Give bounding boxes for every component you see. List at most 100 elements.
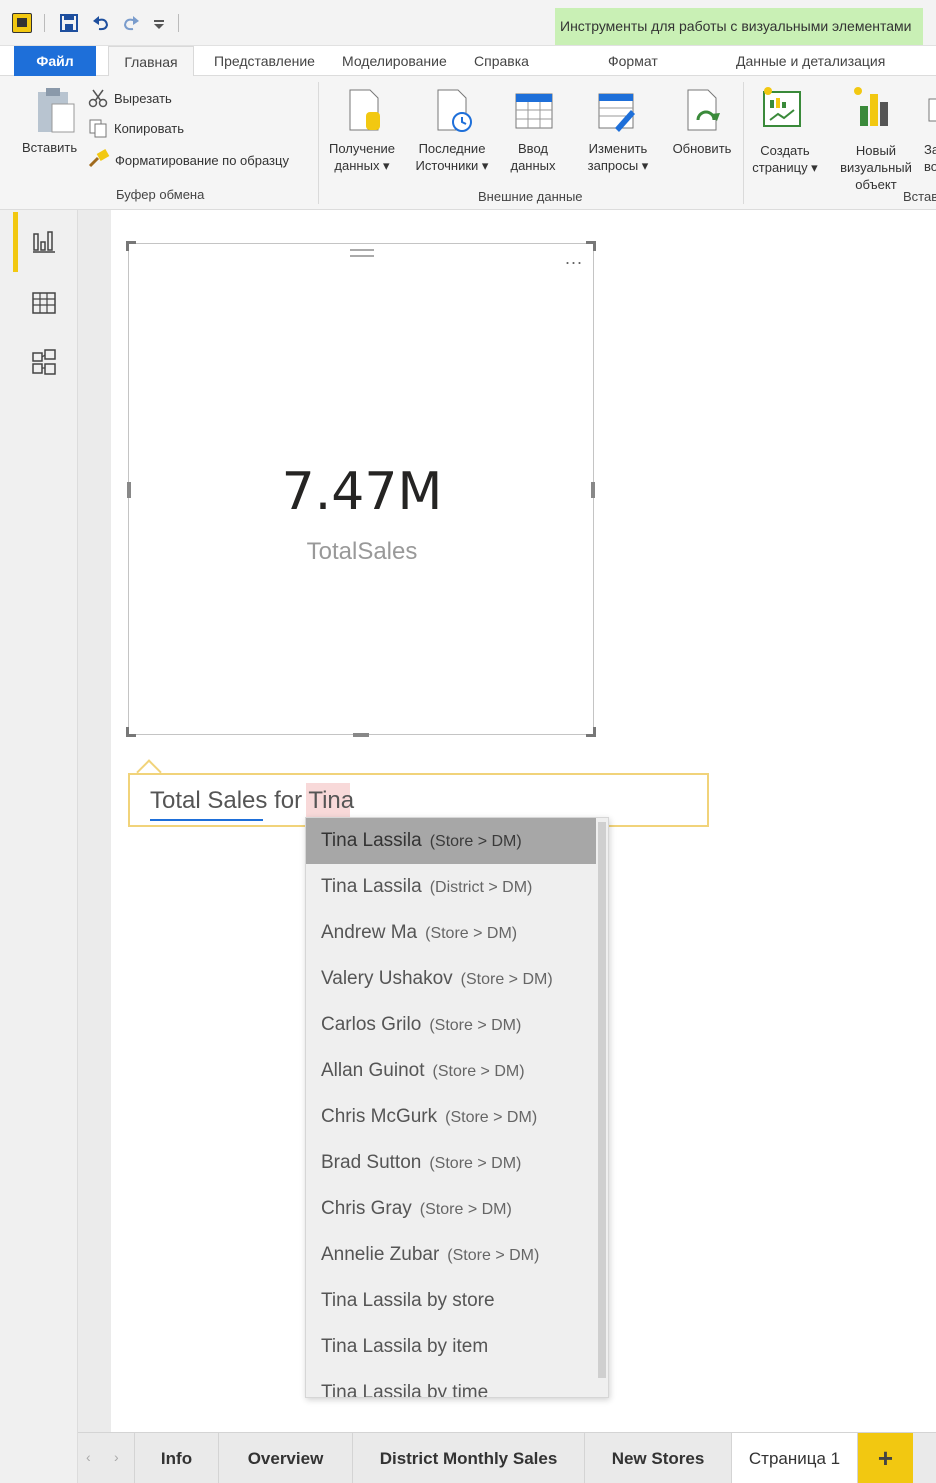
dropdown-scrollbar[interactable] (598, 822, 606, 1378)
prev-page-arrow-icon[interactable]: ‹ (86, 1449, 91, 1465)
new-page-button[interactable]: Создать страницу ▾ (744, 142, 826, 176)
page-tab-district-monthly-sales[interactable]: District Monthly Sales (353, 1433, 585, 1483)
visual-tools-context-label: Инструменты для работы с визуальными эле… (555, 8, 923, 45)
suggestion-item[interactable]: Allan Guinot (Store > DM) (306, 1048, 596, 1094)
recent-sources-icon[interactable] (434, 88, 474, 132)
report-view-icon[interactable] (31, 228, 57, 254)
refresh-icon[interactable] (684, 88, 724, 132)
model-view-icon[interactable] (31, 349, 57, 375)
suggestion-item[interactable]: Tina Lassila by store (306, 1278, 596, 1324)
more-options-icon[interactable]: ... (565, 248, 583, 269)
clipboard-group-label: Буфер обмена (116, 187, 205, 202)
get-data-icon[interactable] (344, 88, 384, 132)
format-painter-button[interactable]: Форматирование по образцу (115, 153, 289, 168)
tab-data-drill[interactable]: Данные и детализация (728, 46, 893, 76)
resize-handle-bottom[interactable] (353, 733, 369, 737)
suggestion-name: Carlos Grilo (321, 1014, 422, 1035)
redo-icon[interactable] (120, 12, 142, 34)
tab-view[interactable]: Представление (206, 46, 323, 76)
cut-button[interactable]: Вырезать (114, 91, 172, 106)
suggestion-path: (Store > DM) (429, 833, 522, 850)
ribbon-separator (318, 82, 319, 204)
page-tab-overview[interactable]: Overview (219, 1433, 353, 1483)
suggestion-item[interactable]: Brad Sutton (Store > DM) (306, 1140, 596, 1186)
new-visual-button[interactable]: Новый визуальный объект (834, 142, 918, 193)
paste-icon[interactable] (34, 86, 78, 136)
new-visual-icon[interactable] (852, 86, 892, 130)
tab-modeling[interactable]: Моделирование (334, 46, 455, 76)
suggestion-item[interactable]: Andrew Ma (Store > DM) (306, 910, 596, 956)
resize-handle-bottom-right[interactable] (586, 727, 596, 737)
recent-sources-button[interactable]: Последние Источники ▾ (410, 140, 494, 174)
view-switcher-rail (0, 210, 78, 1483)
resize-handle-bottom-left[interactable] (126, 727, 136, 737)
suggestion-name: Andrew Ma (321, 922, 418, 943)
refresh-button[interactable]: Обновить (664, 140, 740, 157)
get-data-button[interactable]: Получение данных ▾ (322, 140, 402, 174)
suggestion-name: Tina Lassila by time (321, 1382, 489, 1398)
suggestion-name: Annelie Zubar (321, 1244, 440, 1265)
save-icon[interactable] (58, 12, 80, 34)
qa-query-term: Tina (308, 787, 355, 814)
suggestion-name: Chris Gray (321, 1198, 412, 1219)
page-tab-page-1[interactable]: Страница 1 (732, 1433, 858, 1483)
format-painter-icon (88, 149, 110, 168)
qa-suggestions-dropdown: Tina Lassila (Store > DM) Tina Lassila (Dis… (305, 817, 609, 1398)
drag-grip-icon[interactable] (350, 249, 374, 257)
card-visual[interactable]: ... 7.47M TotalSales (128, 243, 594, 735)
recent-sources-label-2: Источники ▾ (415, 158, 489, 173)
enter-data-label-2: данных (510, 158, 556, 173)
suggestion-path: (Store > DM) (429, 1155, 522, 1172)
copy-button[interactable]: Копировать (114, 121, 184, 136)
undo-icon[interactable] (90, 12, 112, 34)
new-page-label-1: Создать (760, 143, 810, 158)
card-label: TotalSales (306, 538, 418, 565)
edit-queries-icon[interactable] (597, 90, 637, 134)
suggestion-item[interactable]: Tina Lassila by item (306, 1324, 596, 1370)
suggestion-item[interactable]: Valery Ushakov (Store > DM) (306, 956, 596, 1002)
new-page-label-2: страницу ▾ (752, 160, 818, 175)
page-tab-new-stores[interactable]: New Stores (585, 1433, 732, 1483)
suggestion-name: Allan Guinot (321, 1060, 425, 1081)
card-value: 7.47M (281, 462, 443, 522)
suggestion-item[interactable]: Annelie Zubar (Store > DM) (306, 1232, 596, 1278)
resize-handle-top-right[interactable] (586, 241, 596, 251)
tab-home[interactable]: Главная (108, 46, 194, 77)
resize-handle-top-left[interactable] (126, 241, 136, 251)
qa-query-prefix: Total Sales for (150, 787, 309, 814)
tab-file[interactable]: Файл (14, 46, 96, 76)
recent-sources-label-1: Последние (418, 141, 486, 156)
next-page-arrow-icon[interactable]: › (114, 1449, 119, 1465)
enter-data-button[interactable]: Ввод данных (500, 140, 566, 174)
suggestion-item[interactable]: Carlos Grilo (Store > DM) (306, 1002, 596, 1048)
ribbon-tabs: Файл Главная Представление Моделирование… (0, 46, 936, 77)
paste-label[interactable]: Вставить (22, 140, 77, 155)
suggestion-name: Tina Lassila by store (321, 1290, 495, 1311)
page-tab-info[interactable]: Info (135, 1433, 219, 1483)
customize-quick-access-icon[interactable] (148, 12, 170, 34)
tab-help[interactable]: Справка (466, 46, 537, 76)
suggestion-name: Chris McGurk (321, 1106, 438, 1127)
get-data-label-2: данных ▾ (334, 158, 390, 173)
textbox-icon-partial[interactable] (928, 98, 936, 122)
page-tabs-bar: ‹ › Info Overview District Monthly Sales… (78, 1432, 936, 1483)
new-page-icon[interactable] (762, 86, 802, 130)
resize-handle-right[interactable] (591, 482, 595, 498)
suggestion-item[interactable]: Tina Lassila (District > DM) (306, 864, 596, 910)
tab-format[interactable]: Формат (600, 46, 666, 76)
canvas-gutter (78, 210, 111, 1432)
add-page-button[interactable]: + (858, 1433, 913, 1483)
enter-data-icon[interactable] (514, 90, 554, 134)
suggestion-item[interactable]: Chris McGurk (Store > DM) (306, 1094, 596, 1140)
edit-queries-button[interactable]: Изменить запросы ▾ (576, 140, 660, 174)
insert-group-label: Встав (903, 189, 936, 204)
enter-data-label-1: Ввод (518, 141, 548, 156)
suggestion-item[interactable]: Tina Lassila (Store > DM) (306, 818, 596, 864)
qa-query-text[interactable]: Total Sales for Tina (150, 787, 354, 815)
suggestion-item[interactable]: Tina Lassila by time (306, 1370, 596, 1398)
suggestion-name: Tina Lassila (321, 876, 422, 897)
resize-handle-left[interactable] (127, 482, 131, 498)
suggestion-item[interactable]: Chris Gray (Store > DM) (306, 1186, 596, 1232)
title-bar: Инструменты для работы с визуальными эле… (0, 0, 936, 46)
data-view-icon[interactable] (31, 290, 57, 316)
